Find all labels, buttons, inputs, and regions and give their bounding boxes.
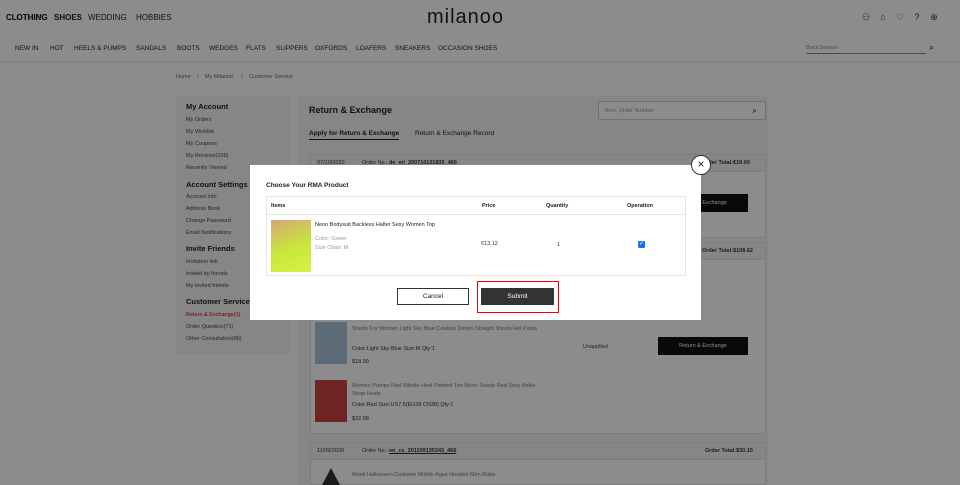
product-image-bodysuit	[271, 220, 311, 272]
table-header-price: Price	[482, 203, 496, 209]
modal-title: Choose Your RMA Product	[266, 182, 349, 189]
modal-product-color: Color: Green	[315, 236, 347, 242]
cancel-button[interactable]: Cancel	[397, 288, 469, 305]
close-icon[interactable]: ×	[691, 155, 711, 175]
table-header-operation: Operation	[627, 203, 653, 209]
modal-product-price: €13.12	[481, 241, 498, 247]
modal-product-size: Size Chart: M	[315, 245, 349, 251]
table-divider	[267, 214, 685, 215]
table-header-items: Items	[271, 203, 286, 209]
select-product-checkbox[interactable]: ✓	[638, 241, 645, 248]
table-header-quantity: Quantity	[546, 203, 569, 209]
highlight-box	[477, 281, 559, 313]
modal-product-quantity: 1	[557, 242, 561, 248]
modal-product-name: Neon Bodysuit Backless Halter Sexy Women…	[315, 222, 435, 228]
